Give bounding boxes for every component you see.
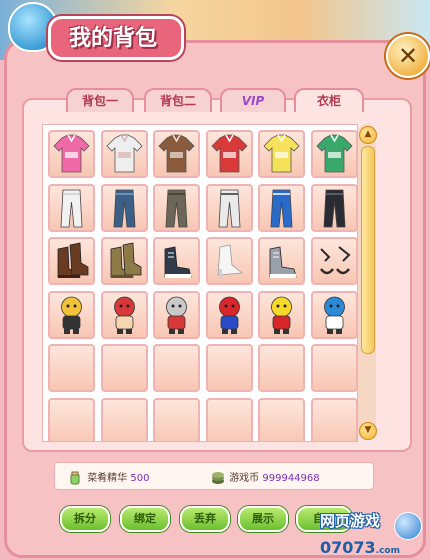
pikachu-doll-icon[interactable]: [258, 290, 305, 339]
coin-value: 999944968: [262, 473, 320, 484]
khaki-boots-icon[interactable]: [100, 237, 148, 285]
black-sandals-icon[interactable]: [310, 237, 357, 285]
item-grid: [42, 124, 358, 442]
red-checker-shirt-icon[interactable]: [205, 130, 253, 178]
essence-label: 菜肴精华: [87, 473, 128, 484]
split-button[interactable]: 拆分: [60, 506, 110, 532]
empty-slot[interactable]: [153, 344, 200, 392]
empty-slot[interactable]: [310, 397, 357, 441]
empty-slot[interactable]: [205, 344, 253, 392]
empty-slot[interactable]: [258, 397, 305, 441]
pink-hoodie-icon[interactable]: [48, 130, 95, 178]
window-title: 我的背包: [68, 26, 157, 51]
empty-slot[interactable]: [153, 397, 200, 441]
green-stripe-shirt-icon[interactable]: [310, 130, 357, 178]
white-jacket-icon[interactable]: [100, 130, 148, 178]
arrow-up-icon[interactable]: ▲: [359, 126, 377, 144]
coin-stack-icon: [211, 471, 224, 485]
black-jeans-icon[interactable]: [310, 183, 357, 232]
grid-scrollbar[interactable]: ▲ ▼: [358, 124, 377, 440]
grey-sneakers-icon[interactable]: [258, 237, 305, 285]
empty-slot[interactable]: [205, 397, 253, 441]
discard-button[interactable]: 丢弃: [180, 506, 230, 532]
tab-bag-2[interactable]: 背包二: [144, 88, 212, 112]
empty-slot[interactable]: [48, 344, 95, 392]
crayon-boy-doll-icon[interactable]: [100, 290, 148, 339]
essence-jar-icon: [69, 471, 81, 485]
tab-vip[interactable]: VIP: [220, 88, 286, 112]
essence-display: 菜肴精华 500: [69, 469, 149, 485]
plaid-pants-icon[interactable]: [205, 183, 253, 232]
yellow-print-shirt-icon[interactable]: [258, 130, 305, 178]
empty-slot[interactable]: [100, 344, 148, 392]
close-button[interactable]: ✕: [386, 34, 430, 78]
empty-slot[interactable]: [48, 397, 95, 441]
empty-slot[interactable]: [258, 344, 305, 392]
show-button[interactable]: 展示: [238, 506, 288, 532]
mario-doll-icon[interactable]: [205, 290, 253, 339]
tab-bag-1[interactable]: 背包一: [66, 88, 134, 112]
brown-boots-icon[interactable]: [48, 237, 95, 285]
arrow-down-icon[interactable]: ▼: [359, 422, 377, 440]
scroll-thumb[interactable]: [361, 146, 375, 354]
ultraman-doll-icon[interactable]: [153, 290, 200, 339]
doraemon-doll-icon[interactable]: [310, 290, 357, 339]
dark-sneakers-icon[interactable]: [153, 237, 200, 285]
brown-coat-icon[interactable]: [153, 130, 200, 178]
blue-track-pants-icon[interactable]: [258, 183, 305, 232]
empty-slot[interactable]: [310, 344, 357, 392]
coin-label: 游戏币: [229, 473, 260, 484]
blue-jeans-icon[interactable]: [100, 183, 148, 232]
coin-display: 游戏币 999944968: [211, 469, 320, 485]
title-banner: 我的背包: [0, 0, 200, 60]
currency-bar: 菜肴精华 500 游戏币 999944968: [54, 462, 374, 490]
white-pants-icon[interactable]: [48, 183, 95, 232]
empty-slot[interactable]: [100, 397, 148, 441]
tab-wardrobe[interactable]: 衣柜: [294, 88, 364, 112]
yellow-mech-doll-icon[interactable]: [48, 290, 95, 339]
cargo-pants-icon[interactable]: [153, 183, 200, 232]
white-heels-icon[interactable]: [205, 237, 253, 285]
bind-button[interactable]: 绑定: [120, 506, 170, 532]
auto-button[interactable]: 自动: [296, 506, 352, 532]
essence-value: 500: [130, 473, 150, 484]
